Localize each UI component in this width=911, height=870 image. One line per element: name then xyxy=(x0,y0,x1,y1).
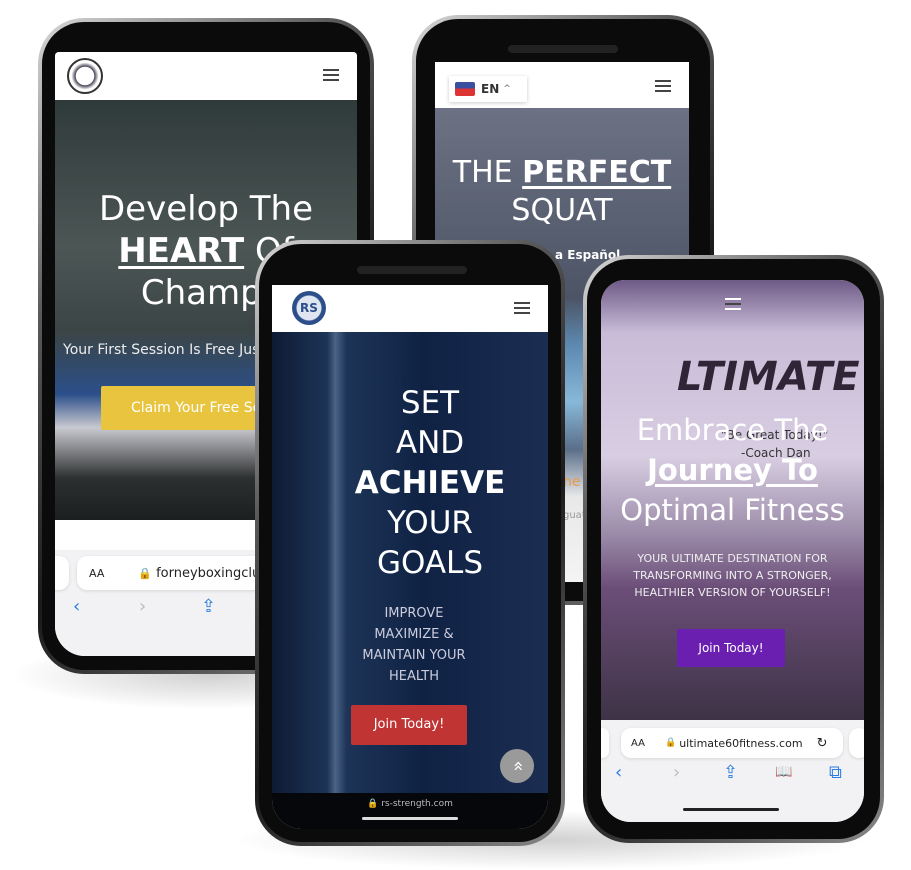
forward-icon[interactable]: › xyxy=(673,762,680,783)
headline-bold: HEART xyxy=(118,231,245,271)
rs-subtitle: IMPROVE MAXIMIZE & MAINTAIN YOUR HEALTH xyxy=(272,603,548,687)
ultimate60-headline: Embrace The Journey To Optimal Fitness xyxy=(601,410,864,530)
subtitle-line: MAINTAIN YOUR xyxy=(362,648,466,663)
forward-icon[interactable]: › xyxy=(139,596,146,617)
language-selector[interactable]: EN ^ xyxy=(449,76,527,102)
subtitle-line: HEALTH xyxy=(388,669,440,684)
phone-ultimate60: LTIMATE 6 "Be Great Today!" -Coach Dan E… xyxy=(583,255,884,843)
boxing-subtitle: Your First Session Is Free Jus xyxy=(63,342,260,358)
headline-bold: PERFECT xyxy=(522,155,672,190)
next-tab-pill[interactable] xyxy=(849,728,864,758)
tabs-icon[interactable]: ⧉ xyxy=(829,762,842,783)
lock-icon: 🔒 xyxy=(138,566,153,580)
us-flag-icon xyxy=(455,82,475,96)
headline-bold: Journey To xyxy=(647,453,818,487)
hamburger-menu-icon[interactable] xyxy=(514,302,530,314)
boxing-club-logo[interactable] xyxy=(67,58,103,94)
headline-line: Embrace The xyxy=(636,413,829,447)
site-header xyxy=(55,52,357,100)
ultimate60-screen: LTIMATE 6 "Be Great Today!" -Coach Dan E… xyxy=(601,280,864,822)
text-size-button[interactable]: AA xyxy=(89,567,104,580)
previous-tab-pill[interactable] xyxy=(601,728,609,758)
back-icon[interactable]: ‹ xyxy=(615,762,622,783)
headline-line: Optimal Fitness xyxy=(620,493,845,527)
partial-text: ne xyxy=(563,474,581,490)
previous-tab-pill[interactable] xyxy=(55,556,69,590)
headline-line: SQUAT xyxy=(511,193,613,228)
subtitle-line: MAXIMIZE & xyxy=(374,627,454,642)
rs-logo[interactable]: RS xyxy=(292,291,326,325)
subtitle-line: IMPROVE xyxy=(384,606,444,621)
join-today-button[interactable]: Join Today! xyxy=(351,705,467,745)
home-indicator[interactable] xyxy=(362,817,458,820)
gym-sign-text: LTIMATE 6 xyxy=(677,354,864,400)
hamburger-menu-icon[interactable] xyxy=(725,298,741,310)
phone-speaker xyxy=(357,266,467,274)
headline-line: SET xyxy=(400,385,460,421)
scroll-to-top-button[interactable]: « xyxy=(500,749,534,783)
hamburger-menu-icon[interactable] xyxy=(655,80,671,92)
share-icon[interactable]: ⇪ xyxy=(723,762,738,783)
headline-bold: ACHIEVE xyxy=(354,465,506,501)
rs-headline: SET AND ACHIEVE YOUR GOALS xyxy=(272,383,548,583)
safari-toolbar: AA 🔒 ultimate60fitness.com ↻ ‹ › ⇪ 📖 ⧉ xyxy=(601,720,864,822)
headline-line: THE PERFECT xyxy=(435,154,689,192)
headline-line: Develop The xyxy=(98,189,313,229)
share-icon[interactable]: ⇪ xyxy=(201,596,216,617)
ultimate60-subtitle: YOUR ULTIMATE DESTINATION FOR TRANSFORMI… xyxy=(633,552,832,599)
bookmarks-icon[interactable]: 📖 xyxy=(775,764,792,780)
lock-icon: 🔒 xyxy=(664,738,677,748)
hamburger-menu-icon[interactable] xyxy=(323,69,339,81)
back-icon[interactable]: ‹ xyxy=(73,596,80,617)
url-footer: 🔒 rs-strength.com xyxy=(272,793,548,829)
site-header: EN ^ xyxy=(435,62,689,108)
headline-line: GOALS xyxy=(376,545,484,581)
language-code: EN xyxy=(481,82,500,96)
phone-speaker xyxy=(508,45,618,53)
join-today-button[interactable]: Join Today! xyxy=(677,629,785,667)
squat-headline: THE PERFECT SQUAT xyxy=(435,154,689,230)
headline-line: YOUR xyxy=(387,505,473,541)
lock-icon: 🔒 xyxy=(367,799,379,809)
headline-light: THE xyxy=(452,155,523,190)
phone-rs-strength: RS SET AND ACHIEVE YOUR GOALS IMPROVE MA… xyxy=(255,240,565,846)
rs-screen: RS SET AND ACHIEVE YOUR GOALS IMPROVE MA… xyxy=(272,285,548,829)
url-text: rs-strength.com xyxy=(381,799,453,809)
chevron-up-icon: ^ xyxy=(503,84,511,94)
address-bar[interactable]: AA 🔒 ultimate60fitness.com ↻ xyxy=(621,728,843,758)
headline-line: AND xyxy=(395,425,465,461)
reload-icon[interactable]: ↻ xyxy=(817,736,828,751)
text-size-button[interactable]: AA xyxy=(631,738,645,749)
url-text: ultimate60fitness.com xyxy=(679,736,803,750)
site-header: RS xyxy=(272,285,548,332)
home-indicator[interactable] xyxy=(683,808,779,811)
